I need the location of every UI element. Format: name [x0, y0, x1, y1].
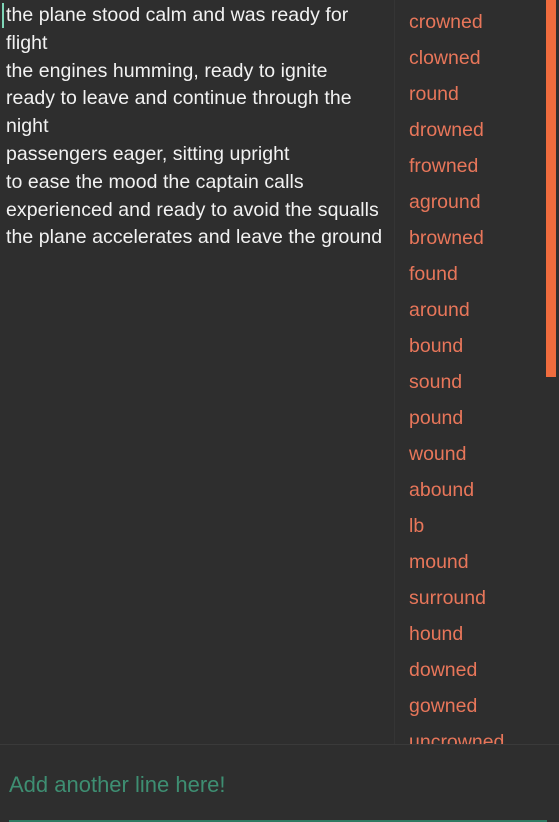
- rhyme-item[interactable]: found: [395, 256, 559, 292]
- poem-line[interactable]: the plane stood calm and was ready for f…: [6, 2, 394, 58]
- rhyme-item[interactable]: aground: [395, 184, 559, 220]
- poem-line[interactable]: passengers eager, sitting upright: [6, 141, 394, 169]
- rhyme-item[interactable]: bound: [395, 328, 559, 364]
- poem-editor-pane[interactable]: the plane stood calm and was ready for f…: [0, 0, 394, 744]
- rhyme-list-scrollbar[interactable]: [546, 0, 559, 744]
- rhyme-item[interactable]: downed: [395, 652, 559, 688]
- rhyme-item[interactable]: drowned: [395, 112, 559, 148]
- rhyme-item[interactable]: crowned: [395, 4, 559, 40]
- rhyme-item[interactable]: uncrowned: [395, 724, 559, 744]
- rhyme-suggestions-pane[interactable]: crowned clowned round drowned frowned ag…: [394, 0, 559, 744]
- content-area: the plane stood calm and was ready for f…: [0, 0, 559, 744]
- poem-text-body[interactable]: the plane stood calm and was ready for f…: [0, 2, 394, 252]
- rhyme-writer-app: the plane stood calm and was ready for f…: [0, 0, 559, 822]
- rhyme-list[interactable]: crowned clowned round drowned frowned ag…: [395, 0, 559, 744]
- poem-line[interactable]: to ease the mood the captain calls: [6, 169, 394, 197]
- rhyme-item[interactable]: lb: [395, 508, 559, 544]
- poem-line[interactable]: experienced and ready to avoid the squal…: [6, 197, 394, 225]
- new-line-input-bar: [0, 744, 559, 822]
- poem-line[interactable]: ready to leave and continue through the …: [6, 85, 394, 141]
- rhyme-item[interactable]: pound: [395, 400, 559, 436]
- rhyme-item[interactable]: sound: [395, 364, 559, 400]
- rhyme-item[interactable]: around: [395, 292, 559, 328]
- rhyme-item[interactable]: gowned: [395, 688, 559, 724]
- rhyme-item[interactable]: browned: [395, 220, 559, 256]
- rhyme-item[interactable]: surround: [395, 580, 559, 616]
- rhyme-item[interactable]: abound: [395, 472, 559, 508]
- rhyme-item[interactable]: round: [395, 76, 559, 112]
- rhyme-item[interactable]: wound: [395, 436, 559, 472]
- rhyme-item[interactable]: hound: [395, 616, 559, 652]
- rhyme-item[interactable]: frowned: [395, 148, 559, 184]
- rhyme-list-scrollbar-thumb[interactable]: [546, 0, 556, 377]
- poem-line[interactable]: the plane accelerates and leave the grou…: [6, 224, 394, 252]
- rhyme-item[interactable]: mound: [395, 544, 559, 580]
- poem-line[interactable]: the engines humming, ready to ignite: [6, 58, 394, 86]
- new-line-input[interactable]: [9, 771, 547, 799]
- rhyme-item[interactable]: clowned: [395, 40, 559, 76]
